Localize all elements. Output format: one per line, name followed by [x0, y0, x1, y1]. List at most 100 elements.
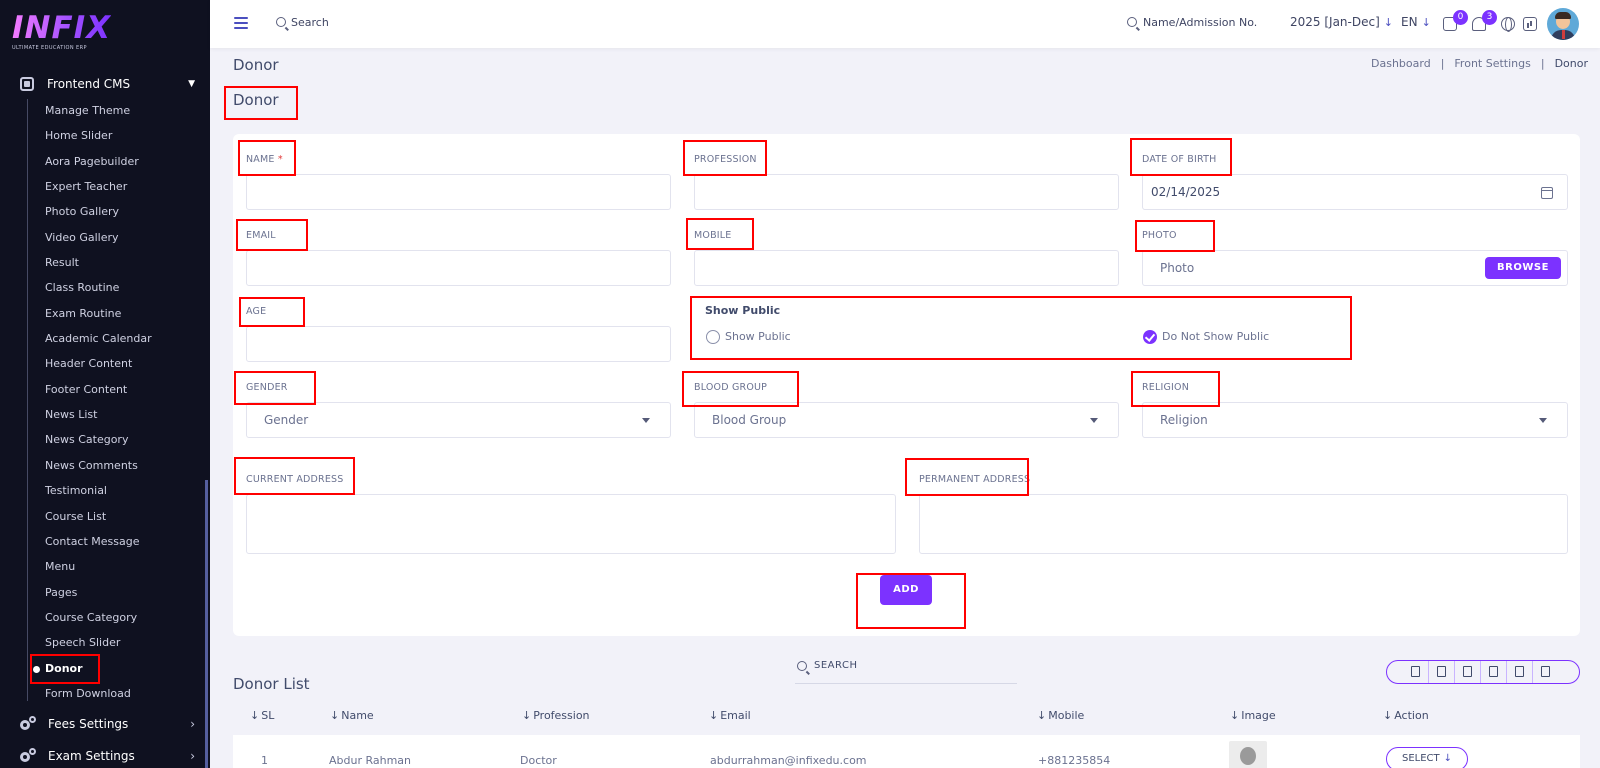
sidebar-item-home-slider[interactable]: Home Slider	[45, 127, 152, 152]
row-action-select-button[interactable]: SELECT ↓	[1386, 747, 1468, 768]
search-icon	[1127, 17, 1137, 27]
column-header-name[interactable]: ↓ Name	[330, 709, 374, 722]
chart-icon[interactable]	[1523, 17, 1537, 31]
name-field[interactable]	[246, 174, 671, 210]
breadcrumb-front-settings[interactable]: Front Settings	[1454, 57, 1530, 70]
show-public-option-label[interactable]: Show Public	[725, 330, 791, 343]
sidebar-item-news-list[interactable]: News List	[45, 406, 152, 431]
email-field[interactable]	[246, 250, 671, 286]
csv-icon[interactable]	[1455, 661, 1481, 683]
caret-down-icon	[642, 418, 650, 423]
sidebar-item-header-content[interactable]: Header Content	[45, 355, 152, 380]
language-select[interactable]: EN ↓	[1401, 15, 1431, 29]
chevron-right-icon: ›	[190, 749, 195, 763]
sidebar-item-speech-slider[interactable]: Speech Slider	[45, 634, 152, 659]
sidebar-item-course-list[interactable]: Course List	[45, 508, 152, 533]
print-icon[interactable]	[1507, 661, 1533, 683]
menu-search-input[interactable]: Search	[291, 16, 329, 29]
table-row: 1 Abdur Rahman Doctor abdurrahman@infixe…	[233, 735, 1580, 768]
app-logo[interactable]: INFIX ULTIMATE EDUCATION ERP	[12, 12, 111, 51]
submenu-guide-line	[27, 99, 28, 701]
calendar-icon[interactable]	[1541, 187, 1553, 199]
religion-select[interactable]: Religion	[1142, 402, 1568, 438]
dob-label: DATE OF BIRTH	[1142, 154, 1217, 165]
sidebar-item-photo-gallery[interactable]: Photo Gallery	[45, 203, 152, 228]
sidebar-item-manage-theme[interactable]: Manage Theme	[45, 102, 152, 127]
permanent-address-field[interactable]	[919, 494, 1568, 554]
sidebar-section-frontend-cms[interactable]: Frontend CMS ▼	[20, 74, 195, 94]
excel-icon[interactable]	[1429, 661, 1455, 683]
gender-select[interactable]: Gender	[246, 402, 671, 438]
sidebar-section-label: Frontend CMS	[47, 77, 131, 91]
sidebar-item-footer-content[interactable]: Footer Content	[45, 381, 152, 406]
sidebar-item-form-download[interactable]: Form Download	[45, 685, 152, 710]
sidebar-item-course-category[interactable]: Course Category	[45, 609, 152, 634]
logo-text: INFIX	[12, 10, 112, 46]
sidebar-item-news-category[interactable]: News Category	[45, 431, 152, 456]
dob-value: 02/14/2025	[1151, 185, 1221, 199]
sidebar-item-contact-message[interactable]: Contact Message	[45, 533, 152, 558]
cell-sl: 1	[261, 754, 268, 767]
show-public-radio[interactable]	[706, 330, 720, 344]
sidebar-item-exam-routine[interactable]: Exam Routine	[45, 305, 152, 330]
sidebar-item-news-comments[interactable]: News Comments	[45, 457, 152, 482]
session-select[interactable]: 2025 [Jan-Dec] ↓	[1290, 15, 1393, 29]
search-icon	[276, 17, 286, 27]
dob-field[interactable]: 02/14/2025	[1142, 174, 1568, 210]
arrow-down-icon: ↓	[1383, 16, 1393, 29]
globe-icon[interactable]	[1501, 17, 1515, 32]
sidebar-section-fees-settings[interactable]: Fees Settings ›	[20, 714, 195, 734]
sidebar-item-academic-calendar[interactable]: Academic Calendar	[45, 330, 152, 355]
blood-group-select[interactable]: Blood Group	[694, 402, 1119, 438]
browse-button[interactable]: BROWSE	[1485, 257, 1561, 279]
breadcrumb-dashboard[interactable]: Dashboard	[1371, 57, 1431, 70]
sidebar-item-pages[interactable]: Pages	[45, 584, 152, 609]
column-header-image[interactable]: ↓ Image	[1230, 709, 1276, 722]
gender-placeholder: Gender	[264, 413, 309, 427]
cell-profession: Doctor	[520, 754, 557, 767]
copy-icon[interactable]	[1403, 661, 1429, 683]
column-header-email[interactable]: ↓ Email	[709, 709, 751, 722]
pdf-icon[interactable]	[1481, 661, 1507, 683]
cell-name: Abdur Rahman	[329, 754, 412, 767]
admission-search-input[interactable]: Name/Admission No.	[1143, 16, 1257, 29]
sidebar-item-class-routine[interactable]: Class Routine	[45, 279, 152, 304]
do-not-show-public-option-label[interactable]: Do Not Show Public	[1162, 330, 1269, 343]
sidebar-item-result[interactable]: Result	[45, 254, 152, 279]
language-value: EN	[1401, 15, 1418, 29]
column-header-action[interactable]: ↓ Action	[1383, 709, 1429, 722]
sidebar-item-video-gallery[interactable]: Video Gallery	[45, 229, 152, 254]
chevron-down-icon: ▼	[188, 79, 195, 89]
sidebar-item-aora-pagebuilder[interactable]: Aora Pagebuilder	[45, 153, 152, 178]
columns-icon[interactable]	[1533, 661, 1559, 683]
notification-count-badge: 3	[1482, 10, 1497, 25]
photo-field[interactable]: Photo BROWSE	[1142, 250, 1568, 286]
do-not-show-public-radio[interactable]	[1143, 330, 1157, 344]
sidebar-scrollbar[interactable]	[205, 480, 208, 768]
sidebar: INFIX ULTIMATE EDUCATION ERP Frontend CM…	[0, 0, 210, 768]
column-header-sl[interactable]: ↓ SL	[250, 709, 274, 722]
email-label: EMAIL	[246, 230, 276, 241]
age-field[interactable]	[246, 326, 671, 362]
profession-field[interactable]	[694, 174, 1119, 210]
add-button[interactable]: ADD	[880, 575, 932, 605]
list-search-input[interactable]: SEARCH	[795, 656, 1017, 684]
sidebar-item-expert-teacher[interactable]: Expert Teacher	[45, 178, 152, 203]
menu-toggle-icon[interactable]	[234, 17, 248, 29]
sort-arrow-icon: ↓	[330, 709, 340, 722]
sidebar-section-exam-settings[interactable]: Exam Settings ›	[20, 746, 195, 766]
column-header-profession[interactable]: ↓ Profession	[522, 709, 590, 722]
caret-down-icon	[1090, 418, 1098, 423]
current-address-field[interactable]	[246, 494, 896, 554]
search-icon	[797, 661, 807, 671]
sidebar-item-donor[interactable]: Donor	[45, 660, 152, 685]
column-header-mobile[interactable]: ↓ Mobile	[1037, 709, 1084, 722]
donor-list-title: Donor List	[233, 675, 310, 693]
sidebar-item-testimonial[interactable]: Testimonial	[45, 482, 152, 507]
sort-arrow-icon: ↓	[709, 709, 719, 722]
permanent-address-label: PERMANENT ADDRESS	[919, 474, 1031, 485]
sidebar-item-menu[interactable]: Menu	[45, 558, 152, 583]
sidebar-section-label: Fees Settings	[48, 717, 129, 731]
avatar[interactable]	[1547, 8, 1579, 40]
mobile-field[interactable]	[694, 250, 1119, 286]
